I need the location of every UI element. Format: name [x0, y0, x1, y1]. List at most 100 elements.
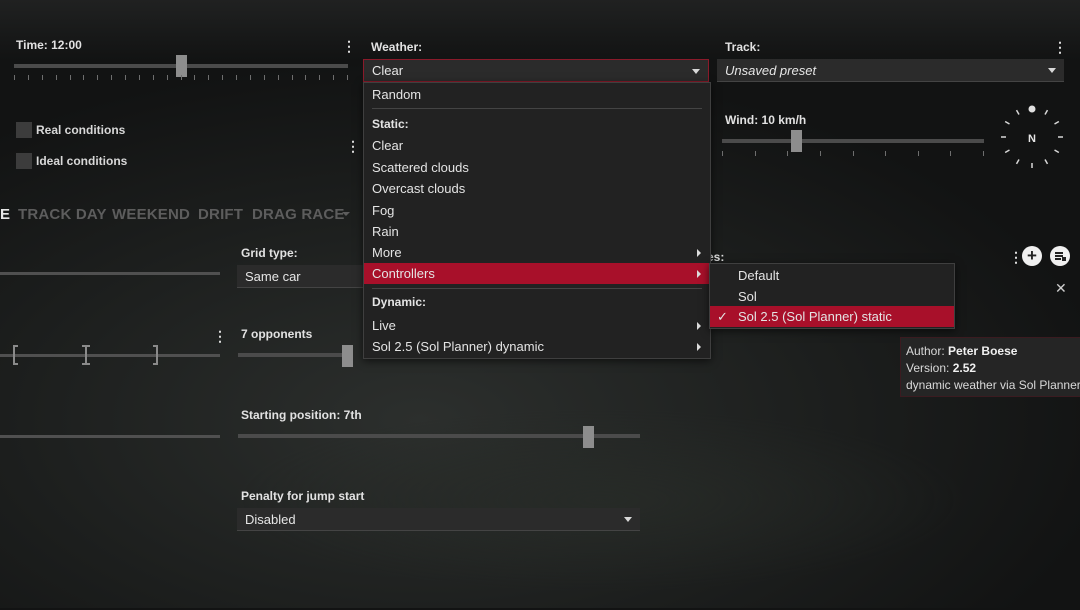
wind-label: Wind: 10 km/h	[725, 113, 807, 127]
opponents-label: 7 opponents	[241, 327, 313, 341]
starting-position-thumb[interactable]	[583, 426, 594, 448]
track-value: Unsaved preset	[725, 63, 817, 78]
controllers-label: Controllers	[372, 266, 435, 281]
tooltip-author-label: Author:	[906, 344, 945, 358]
left-slider-track-1[interactable]	[0, 272, 220, 275]
grid-type-label: Grid type:	[241, 246, 298, 260]
menu-separator	[372, 108, 702, 109]
live-label: Live	[372, 318, 396, 333]
time-label: Time: 12:00	[16, 38, 82, 52]
menu-item-sol-dynamic[interactable]: Sol 2.5 (Sol Planner) dynamic	[364, 336, 710, 357]
slider-tick	[28, 75, 29, 80]
compass-icon[interactable]: N	[998, 103, 1066, 171]
real-conditions-label: Real conditions	[36, 123, 126, 137]
slider-tick	[56, 75, 57, 80]
compass-tick	[1054, 149, 1060, 154]
tab-more-chevron-icon[interactable]	[342, 212, 350, 216]
slider-tick	[950, 151, 951, 156]
wind-slider-thumb[interactable]	[791, 130, 802, 152]
time-menu-icon[interactable]: ⋮	[342, 39, 356, 53]
slider-tick	[70, 75, 71, 80]
wind-slider-track[interactable]	[722, 139, 984, 143]
slider-tick	[755, 151, 756, 156]
slider-tick	[111, 75, 112, 80]
menu-item-fog[interactable]: Fog	[364, 200, 710, 221]
left-range-track[interactable]	[0, 354, 220, 357]
more-label: More	[372, 245, 402, 260]
slider-tick	[305, 75, 306, 80]
chevron-down-icon	[692, 69, 700, 74]
ideal-conditions-label: Ideal conditions	[36, 154, 128, 168]
opponents-slider-track[interactable]	[238, 353, 348, 357]
slider-tick	[236, 75, 237, 80]
weather-value: Clear	[372, 63, 404, 78]
time-slider-thumb[interactable]	[176, 55, 187, 77]
compass-tick	[1044, 109, 1049, 115]
tooltip-version: 2.52	[952, 361, 977, 375]
menu-item-more[interactable]: More	[364, 242, 710, 263]
tooltip-version-label: Version:	[906, 361, 950, 375]
slider-tick	[83, 75, 84, 80]
left-menu-icon[interactable]: ⋮	[213, 329, 227, 343]
weather-select[interactable]: Clear	[363, 59, 709, 82]
list-icon[interactable]	[1050, 246, 1070, 266]
slider-tick	[125, 75, 126, 80]
slider-tick	[983, 151, 984, 156]
tooltip-description: dynamic weather via Sol Planner	[906, 378, 1080, 392]
close-icon[interactable]: ✕	[1055, 280, 1067, 297]
sol-dynamic-label: Sol 2.5 (Sol Planner) dynamic	[372, 339, 544, 354]
background-blur-top	[0, 0, 1080, 60]
tab-weekend[interactable]: WEEKEND	[112, 206, 190, 223]
slider-tick	[194, 75, 195, 80]
range-handle-right[interactable]	[153, 345, 158, 365]
tab-drift[interactable]: DRIFT	[198, 206, 243, 223]
compass-tick	[1015, 159, 1020, 165]
penalty-select[interactable]: Disabled	[237, 508, 640, 531]
slider-tick	[208, 75, 209, 80]
submenu-item-sol[interactable]: Sol	[710, 286, 954, 307]
range-handle-left[interactable]	[13, 345, 18, 365]
slider-tick	[292, 75, 293, 80]
add-icon[interactable]: +	[1022, 246, 1042, 266]
weather-dropdown-menu: Random Static: Clear Scattered clouds Ov…	[363, 82, 711, 359]
tab-race[interactable]: E	[0, 206, 10, 223]
menu-item-rain[interactable]: Rain	[364, 221, 710, 242]
compass-tick	[1054, 120, 1060, 125]
tab-track-day[interactable]: TRACK DAY	[18, 206, 107, 223]
ideal-conditions-checkbox[interactable]	[16, 153, 32, 169]
menu-item-random[interactable]: Random	[364, 84, 710, 105]
real-conditions-checkbox[interactable]	[16, 122, 32, 138]
slider-tick	[250, 75, 251, 80]
submenu-item-default[interactable]: Default	[710, 265, 954, 286]
slider-tick	[153, 75, 154, 80]
checkmark-icon: ✓	[717, 309, 728, 324]
menu-item-overcast-clouds[interactable]: Overcast clouds	[364, 178, 710, 199]
chevron-down-icon	[1048, 68, 1056, 73]
conditions-menu-icon[interactable]: ⋮	[346, 139, 360, 153]
slider-tick	[97, 75, 98, 80]
compass-tick	[1015, 109, 1020, 115]
slider-tick	[167, 75, 168, 80]
section-menu-icon[interactable]: ⋮	[1009, 250, 1023, 264]
wind-slider-ticks	[722, 151, 984, 157]
submenu-item-sol-static[interactable]: ✓ Sol 2.5 (Sol Planner) static	[710, 306, 954, 327]
grid-type-select[interactable]: Same car	[237, 265, 367, 288]
menu-item-scattered-clouds[interactable]: Scattered clouds	[364, 157, 710, 178]
compass-tick	[1044, 159, 1049, 165]
left-slider-track-2[interactable]	[0, 435, 220, 438]
starting-position-track[interactable]	[238, 434, 640, 438]
grid-type-value: Same car	[245, 269, 301, 284]
menu-item-controllers[interactable]: Controllers	[364, 263, 710, 284]
controller-tooltip: Author: Peter Boese Version: 2.52 dynami…	[900, 337, 1080, 397]
track-menu-icon[interactable]: ⋮	[1053, 40, 1067, 54]
opponents-slider-thumb[interactable]	[342, 345, 353, 367]
controllers-submenu: Default Sol ✓ Sol 2.5 (Sol Planner) stat…	[709, 263, 955, 329]
range-handle-middle[interactable]	[82, 345, 90, 365]
tab-drag-race[interactable]: DRAG RACE	[252, 206, 345, 223]
penalty-value: Disabled	[245, 512, 296, 527]
track-select[interactable]: Unsaved preset	[717, 59, 1064, 82]
slider-tick	[222, 75, 223, 80]
menu-item-clear[interactable]: Clear	[364, 135, 710, 156]
menu-item-live[interactable]: Live	[364, 315, 710, 336]
weather-label: Weather:	[371, 40, 423, 54]
